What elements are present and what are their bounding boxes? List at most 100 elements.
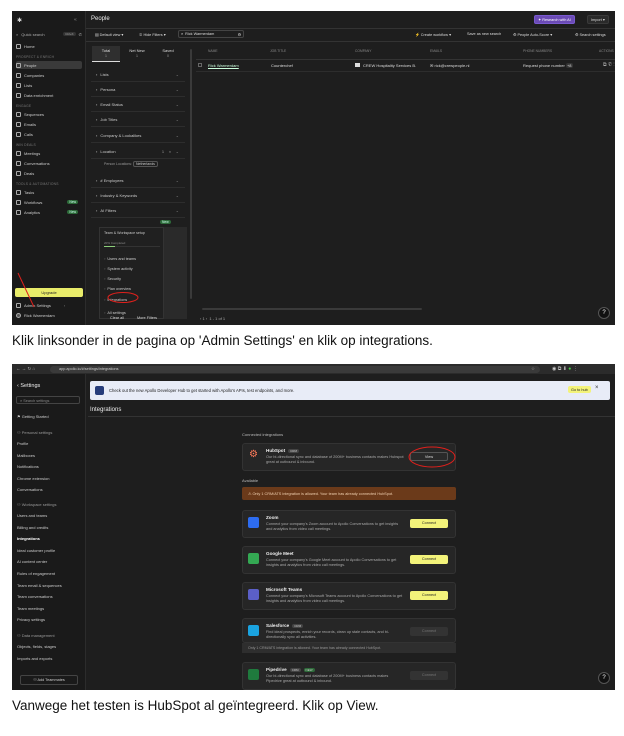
help-icon[interactable]: ? [598, 672, 610, 684]
filter-scrollbar[interactable] [190, 49, 192, 299]
people-search-input[interactable]: ⌕ Rick Warmerdam ⚙ [178, 30, 244, 38]
settings-item-rules-of-engagement[interactable]: Rules of engagement [17, 571, 55, 576]
connect-button[interactable]: Connect [410, 555, 448, 564]
settings-item-team-conversations[interactable]: Team conversations [17, 594, 53, 599]
profile-icon[interactable]: ● [568, 366, 571, 372]
filter-ai-filters[interactable]: ▪ AI Filters ⌄ [91, 204, 185, 218]
add-teammates-button[interactable]: ⚇ Add Teammates [20, 675, 78, 685]
getting-started-link[interactable]: ⚑ Getting Started [17, 414, 49, 419]
browser-nav-icons[interactable]: ← → ↻ ⌂ [16, 366, 35, 372]
phone-icon[interactable]: ✆ [79, 32, 82, 37]
settings-item-mailboxes[interactable]: Mailboxes [17, 453, 35, 458]
settings-item-ai-content-center[interactable]: AI content center [17, 559, 47, 564]
table-scrollbar[interactable] [202, 308, 422, 310]
default-view-label: Default view [99, 33, 121, 37]
settings-item-privacy-settings[interactable]: Privacy settings [17, 617, 45, 622]
connect-button[interactable]: Connect [410, 591, 448, 600]
star-icon[interactable]: ☆ [531, 366, 535, 372]
hide-filters-button[interactable]: ⚟ Hide Filters ▾ [136, 31, 169, 38]
settings-item-chrome-extension[interactable]: Chrome extension [17, 476, 49, 481]
table-row[interactable]: Rick Warmerdam Counterchef CREW Hospital… [196, 61, 615, 71]
settings-item-ideal-customer-profile[interactable]: Ideal customer profile [17, 548, 55, 553]
filter-industry-keywords[interactable]: ▪ Industry & Keywords ⌄ [91, 189, 185, 203]
search-settings-button[interactable]: ⚙ Search settings [572, 31, 609, 38]
person-name[interactable]: Rick Warmerdam [208, 63, 239, 68]
settings-item-imports-and-exports[interactable]: Imports and exports [17, 656, 52, 661]
pagination[interactable]: ‹ 1 › 1 - 1 of 1 [200, 316, 225, 321]
filter-email-status[interactable]: ▪ Email Status ⌄ [91, 98, 185, 112]
shortcut-badge: Ctrl+K [63, 32, 76, 36]
sidebar-item-lists[interactable]: Lists [16, 81, 32, 89]
caption-step-1: Klik linksonder in de pagina op 'Admin S… [12, 333, 433, 348]
filter-employees[interactable]: ▪ # Employees ⌄ [91, 174, 185, 188]
go-to-hub-button[interactable]: Go to hub [568, 386, 591, 393]
action-icons[interactable]: ⧉ ✆ ⋮ [603, 62, 615, 68]
sidebar-item-workflows[interactable]: Workflows New [16, 198, 82, 206]
sidebar-item-tasks[interactable]: Tasks [16, 188, 34, 196]
settings-item-conversations[interactable]: Conversations [17, 487, 43, 492]
settings-item-profile[interactable]: Profile [17, 441, 28, 446]
table-header-phone-numbers[interactable]: PHONE NUMBERS [523, 49, 552, 53]
research-ai-button[interactable]: ✦ Research with AI [534, 15, 575, 24]
sidebar-item-companies[interactable]: Companies [16, 71, 44, 79]
extension-icons[interactable]: ◉ ⧉ ⬇ ● ⋮ [552, 366, 578, 372]
more-filters-button[interactable]: More Filters [134, 315, 160, 321]
table-header-emails[interactable]: EMAILS [430, 49, 442, 53]
clear-all-button[interactable]: Clear all [107, 315, 127, 321]
save-search-button[interactable]: Save as new search [464, 31, 504, 37]
nav-workflows-icon [16, 199, 21, 205]
settings-item-team-meetings[interactable]: Team meetings [17, 606, 44, 611]
phone-cell[interactable]: Request phone number +8 [523, 63, 573, 68]
location-tag[interactable]: Netherlands [133, 161, 158, 167]
collapse-icon[interactable]: « [74, 17, 77, 23]
call-icon[interactable]: ✆ [608, 62, 612, 68]
row-checkbox[interactable] [198, 63, 202, 67]
address-bar[interactable]: app.apollo.io/#/settings/integrations ☆ [50, 365, 540, 373]
sidebar-item-people[interactable]: People [16, 61, 82, 69]
tab-saved[interactable]: Saved 0 [154, 46, 182, 62]
connect-button[interactable]: Connect [410, 627, 448, 636]
quick-search[interactable]: ⌕ Quick search Ctrl+K ✆ [16, 30, 82, 38]
table-header-company[interactable]: COMPANY [355, 49, 371, 53]
table-header-name[interactable]: NAME [208, 49, 218, 53]
settings-search-input[interactable]: ⌕ Search settings [16, 396, 80, 404]
workspace-settings-header-label: Workspace settings [21, 502, 57, 507]
sidebar-item-analytics[interactable]: Analytics New [16, 208, 82, 216]
settings-item-team-email-sequences[interactable]: Team email & sequences [17, 583, 62, 588]
sidebar-item-sequences[interactable]: Sequences [16, 110, 44, 118]
sidebar-item-deals[interactable]: Deals [16, 169, 34, 177]
help-icon[interactable]: ? [598, 307, 610, 319]
table-header-actions[interactable]: ACTIONS [599, 49, 614, 53]
settings-item-billing-and-credits[interactable]: Billing and credits [17, 525, 48, 530]
company-name[interactable]: CREW Hospitality Services B. [363, 63, 416, 68]
filter-company-lookalikes[interactable]: ▪ Company & Lookalikes ⌄ [91, 129, 185, 143]
tab-total[interactable]: Total 1 [92, 46, 120, 62]
filter-lists[interactable]: ▪ Lists ⌄ [91, 68, 185, 82]
sidebar-item-emails[interactable]: Emails [16, 120, 36, 128]
more-icon[interactable]: ⋮ [613, 62, 614, 68]
settings-item-objects-fields-stages[interactable]: Objects, fields, stages [17, 644, 56, 649]
settings-item-integrations[interactable]: Integrations [17, 536, 40, 541]
sidebar-item-meetings[interactable]: Meetings [16, 149, 40, 157]
close-icon[interactable]: × [595, 385, 599, 391]
sidebar-item-home[interactable]: Home [16, 42, 35, 50]
clear-location-icon[interactable]: × [169, 150, 171, 154]
create-workflow-button[interactable]: ⚡ Create workflow ▾ [412, 31, 454, 38]
sidebar-item-calls[interactable]: Calls [16, 130, 33, 138]
connect-button[interactable]: Connect [410, 519, 448, 528]
settings-icon[interactable]: ⚙ [238, 32, 241, 37]
settings-item-users-and-teams[interactable]: Users and teams [17, 513, 47, 518]
sidebar-item-conversations[interactable]: Conversations [16, 159, 50, 167]
import-button[interactable]: Import ▾ [587, 15, 609, 24]
filter-job-titles[interactable]: ▪ Job Titles ⌄ [91, 113, 185, 127]
tab-net-new[interactable]: Net New 1 [123, 46, 151, 62]
sidebar-item-data-enrichment[interactable]: Data enrichment [16, 91, 53, 99]
settings-item-notifications[interactable]: Notifications [17, 464, 39, 469]
default-view-dropdown[interactable]: ▤ Default view ▾ [92, 31, 126, 38]
email-cell[interactable]: ✉ rick@crewpeople.nl [430, 63, 469, 68]
table-header-job-title[interactable]: JOB TITLE [270, 49, 286, 53]
linkedin-icon[interactable]: ⧉ [603, 62, 607, 68]
auto-score-button[interactable]: ⚙ People Auto-Score ▾ [510, 31, 555, 38]
filter-persona[interactable]: ▪ Persona ⌄ [91, 83, 185, 97]
connect-button[interactable]: Connect [410, 671, 448, 680]
